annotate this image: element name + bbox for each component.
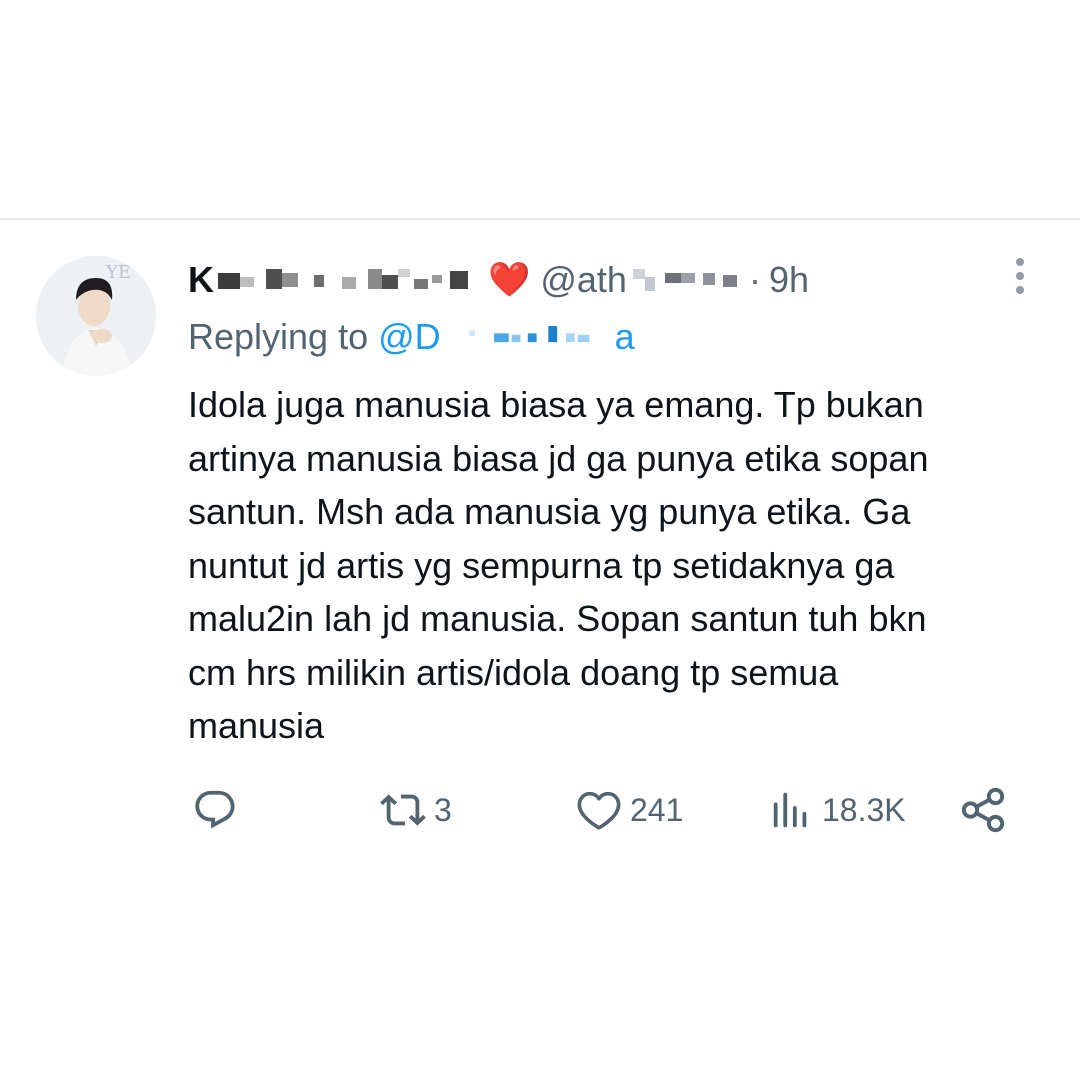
reply-icon — [195, 790, 235, 829]
author-name[interactable]: K — [188, 259, 214, 301]
views-icon — [773, 792, 807, 828]
views-button[interactable]: 18.3K — [768, 780, 906, 840]
tweet-text-line: nuntut jd artis yg sempurna tp setidakny… — [188, 544, 895, 586]
replying-to-label: Replying to — [188, 316, 369, 357]
svg-text:YE: YE — [105, 262, 131, 283]
more-vertical-icon[interactable] — [1006, 254, 1034, 298]
retweet-count: 3 — [434, 791, 452, 828]
tweet-text-line: santun. Msh ada manusia yg punya etika. … — [188, 491, 911, 532]
heart-icon — [577, 791, 621, 830]
reply-button[interactable] — [192, 780, 246, 840]
name-redaction — [218, 269, 468, 289]
views-count: 18.3K — [822, 791, 906, 828]
share-icon — [961, 787, 1005, 833]
handle-redaction — [632, 269, 737, 291]
tweet-text-line: malu2in lah jd manusia. Sopan santun tuh… — [188, 598, 927, 639]
reply-mention-end[interactable]: a — [615, 316, 635, 358]
replying-to-line: Replying to @D a — [188, 312, 635, 362]
share-button[interactable] — [958, 780, 1008, 840]
tweet-header: K ❤️ @ath · 9h — [188, 252, 809, 308]
retweet-button[interactable]: 3 — [380, 780, 452, 840]
timestamp[interactable]: 9h — [769, 259, 809, 301]
retweet-icon — [380, 794, 426, 826]
top-divider — [0, 218, 1080, 220]
separator-dot: · — [748, 259, 761, 300]
like-count: 241 — [630, 791, 684, 828]
tweet-text: Idola juga manusia biasa ya emang. Tp bu… — [188, 378, 1048, 753]
tweet-text-line: Idola juga manusia biasa ya emang. Tp bu… — [188, 384, 924, 425]
heart-emoji: ❤️ — [488, 260, 531, 300]
tweet-text-line: manusia — [188, 705, 325, 746]
action-bar: 3 241 18.3K — [0, 780, 1080, 840]
reply-mention-start[interactable]: @D — [378, 316, 441, 358]
avatar[interactable]: YE — [36, 256, 156, 376]
tweet-text-line: cm hrs milikin artis/idola doang tp semu… — [188, 651, 839, 693]
author-handle[interactable]: @ath — [540, 259, 627, 301]
tweet-text-line: artinya manusia biasa jd ga punya etika … — [188, 437, 929, 479]
like-button[interactable]: 241 — [576, 780, 683, 840]
avatar-photo-icon: YE — [36, 256, 156, 376]
mention-redaction — [468, 326, 590, 343]
